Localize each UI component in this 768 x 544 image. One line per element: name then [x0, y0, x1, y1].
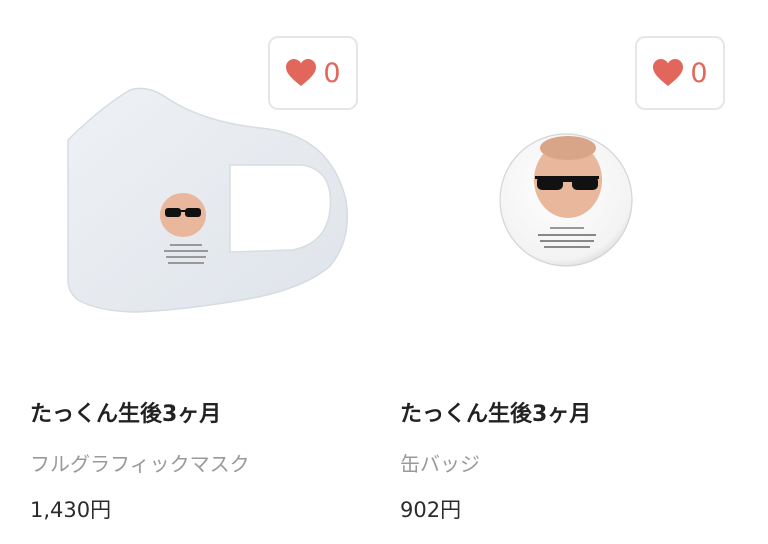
- product-grid: 0 たっくん生後3ヶ月 フルグラフィックマスク 1,430円 0 たっくん生後3…: [0, 0, 768, 544]
- product-card[interactable]: 0 たっくん生後3ヶ月 缶バッジ 902円: [400, 0, 760, 544]
- product-price: 902円: [400, 498, 462, 522]
- favorite-button[interactable]: 0: [268, 36, 358, 110]
- heart-icon: [286, 59, 317, 86]
- product-title[interactable]: たっくん生後3ヶ月: [400, 396, 591, 428]
- product-title[interactable]: たっくん生後3ヶ月: [30, 396, 221, 428]
- favorite-count: 0: [690, 57, 708, 89]
- product-type: 缶バッジ: [400, 452, 480, 476]
- favorite-button[interactable]: 0: [635, 36, 725, 110]
- product-type: フルグラフィックマスク: [30, 452, 250, 476]
- product-price: 1,430円: [30, 498, 112, 522]
- product-card[interactable]: 0 たっくん生後3ヶ月 フルグラフィックマスク 1,430円: [30, 0, 390, 544]
- favorite-count: 0: [323, 57, 341, 89]
- heart-icon: [653, 59, 684, 86]
